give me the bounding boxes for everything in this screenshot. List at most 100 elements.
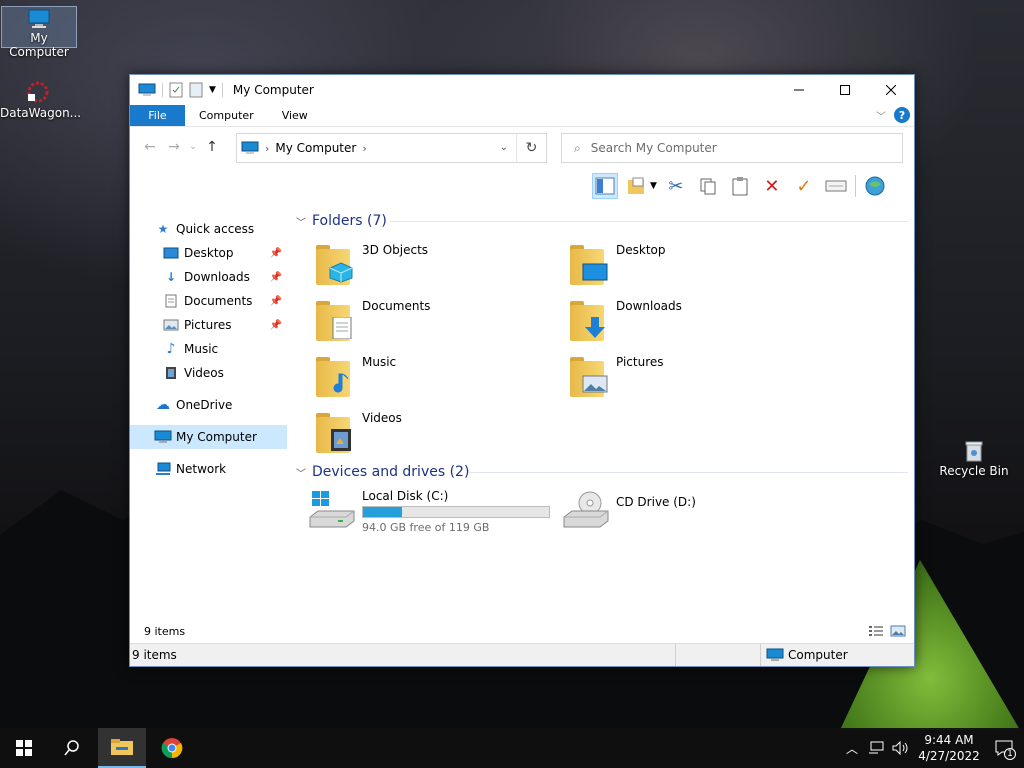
properties-icon[interactable]: [169, 82, 183, 98]
sidebar-item-music[interactable]: ♪ Music: [162, 337, 286, 361]
minimize-button[interactable]: [776, 75, 822, 105]
copy-button[interactable]: [695, 173, 721, 199]
computer-icon: [766, 648, 784, 661]
network-status-icon[interactable]: [868, 741, 884, 755]
search-box[interactable]: ⌕ Search My Computer: [561, 133, 903, 163]
start-button[interactable]: [0, 728, 48, 768]
status-item-count: 9 items: [132, 648, 177, 662]
action-center-button[interactable]: 1: [984, 728, 1024, 768]
folder-documents-icon: [314, 297, 358, 341]
cloud-icon: ☁: [156, 397, 170, 413]
taskbar-file-explorer[interactable]: [98, 728, 146, 768]
folder-item-pictures[interactable]: Pictures: [568, 353, 808, 403]
search-input[interactable]: Search My Computer: [591, 141, 717, 155]
recent-locations-icon[interactable]: ⌄: [186, 142, 200, 152]
search-button[interactable]: [48, 728, 96, 768]
desktop-icon-my-computer[interactable]: My Computer: [1, 6, 77, 59]
pin-icon[interactable]: 📌: [270, 296, 282, 307]
sidebar-item-my-computer[interactable]: My Computer: [130, 425, 287, 449]
delete-icon: ✕: [764, 175, 780, 197]
details-view-icon[interactable]: [868, 625, 884, 637]
preview-pane-button[interactable]: [592, 173, 618, 199]
large-icons-view-icon[interactable]: [890, 625, 906, 637]
chrome-icon: [161, 738, 183, 759]
desktop-icon-datawagon[interactable]: DataWagon...: [0, 80, 81, 120]
folder-item-desktop[interactable]: Desktop: [568, 241, 808, 291]
back-arrow-icon[interactable]: ←: [138, 139, 162, 155]
folder-name: Downloads: [616, 299, 682, 313]
forward-arrow-icon[interactable]: →: [162, 139, 186, 155]
desktop-icon-recycle-bin[interactable]: Recycle Bin: [936, 440, 1012, 478]
sidebar-item-label: Network: [176, 462, 227, 476]
chevron-down-icon[interactable]: ▼: [650, 181, 657, 191]
pin-icon[interactable]: 📌: [270, 320, 282, 331]
check-icon: ✓: [796, 175, 812, 197]
taskbar-chrome[interactable]: [148, 728, 196, 768]
folder-downloads-icon: [568, 297, 612, 341]
pin-icon[interactable]: 📌: [270, 248, 282, 259]
up-arrow-icon[interactable]: ↑: [200, 139, 224, 155]
clock[interactable]: 9:44 AM 4/27/2022: [914, 732, 984, 764]
pin-icon[interactable]: 📌: [270, 272, 282, 283]
expand-ribbon-icon[interactable]: ﹀: [876, 108, 886, 123]
new-folder-icon[interactable]: [189, 82, 203, 98]
sidebar-item-pictures[interactable]: Pictures 📌: [162, 313, 286, 337]
chevron-down-icon[interactable]: ﹀: [296, 465, 306, 480]
sidebar-item-videos[interactable]: Videos: [162, 361, 286, 385]
sidebar-item-quick-access[interactable]: ★ Quick access: [154, 217, 284, 241]
rename-button[interactable]: ✓: [791, 173, 817, 199]
show-hidden-icons-icon[interactable]: ︿: [846, 740, 858, 757]
explorer-window: ▼ My Computer File Computer View ﹀ ? ← →…: [129, 74, 915, 667]
title-bar[interactable]: ▼ My Computer: [130, 75, 914, 105]
folder-item-videos[interactable]: Videos: [314, 409, 554, 459]
tab-file[interactable]: File: [130, 105, 185, 126]
drive-item-cd-drive[interactable]: CD Drive (D:): [562, 489, 696, 533]
folder-item-music[interactable]: Music: [314, 353, 554, 403]
sidebar-item-documents[interactable]: Documents 📌: [162, 289, 286, 313]
drive-item-local-disk[interactable]: Local Disk (C:) 94.0 GB free of 119 GB: [308, 489, 550, 534]
chevron-down-icon[interactable]: ﹀: [296, 214, 306, 229]
folder-name: Documents: [362, 299, 431, 313]
videos-icon: [162, 366, 180, 380]
volume-icon[interactable]: [892, 741, 908, 755]
customize-qat-icon[interactable]: ▼: [209, 85, 216, 95]
tab-computer[interactable]: Computer: [185, 105, 268, 126]
folder-name: 3D Objects: [362, 243, 429, 257]
breadcrumb-separator-icon[interactable]: ›: [265, 142, 269, 155]
folder-item-documents[interactable]: Documents: [314, 297, 554, 347]
divider: [221, 83, 223, 97]
folder-desktop-icon: [568, 241, 612, 285]
clock-date: 4/27/2022: [918, 749, 980, 763]
paste-button[interactable]: [727, 173, 753, 199]
delete-button[interactable]: ✕: [759, 173, 785, 199]
refresh-button[interactable]: ↻: [516, 134, 546, 162]
group-header-devices[interactable]: ﹀ Devices and drives (2): [296, 464, 469, 480]
sidebar-item-label: Desktop: [184, 246, 234, 260]
computer-icon: [154, 430, 172, 444]
map-drive-button[interactable]: [823, 173, 849, 199]
close-icon: [886, 85, 896, 95]
maximize-button[interactable]: [822, 75, 868, 105]
sidebar-item-downloads[interactable]: ↓ Downloads 📌: [162, 265, 286, 289]
folder-item-3d-objects[interactable]: 3D Objects: [314, 241, 554, 291]
breadcrumb[interactable]: My Computer: [275, 141, 356, 155]
properties-button[interactable]: [624, 173, 650, 199]
help-icon[interactable]: ?: [894, 107, 910, 123]
sidebar-item-desktop[interactable]: Desktop 📌: [162, 241, 286, 265]
address-bar[interactable]: › My Computer › ⌄ ↻: [236, 133, 547, 163]
group-header-folders[interactable]: ﹀ Folders (7): [296, 213, 387, 229]
close-button[interactable]: [868, 75, 914, 105]
breadcrumb-separator-icon[interactable]: ›: [362, 142, 366, 155]
cd-drive-icon: [563, 491, 609, 528]
sidebar-item-label: OneDrive: [176, 398, 233, 412]
navigation-pane: ★ Quick access Desktop 📌 ↓ Downloads 📌 D…: [130, 207, 288, 617]
paste-icon: [732, 177, 748, 196]
cut-button[interactable]: ✂: [663, 173, 689, 199]
folder-item-downloads[interactable]: Downloads: [568, 297, 808, 347]
network-globe-button[interactable]: [862, 173, 888, 199]
sidebar-item-network[interactable]: Network: [154, 457, 284, 481]
chevron-down-icon[interactable]: ⌄: [500, 142, 508, 153]
computer-icon: [138, 83, 156, 96]
sidebar-item-onedrive[interactable]: ☁ OneDrive: [154, 393, 284, 417]
tab-view[interactable]: View: [268, 105, 322, 126]
